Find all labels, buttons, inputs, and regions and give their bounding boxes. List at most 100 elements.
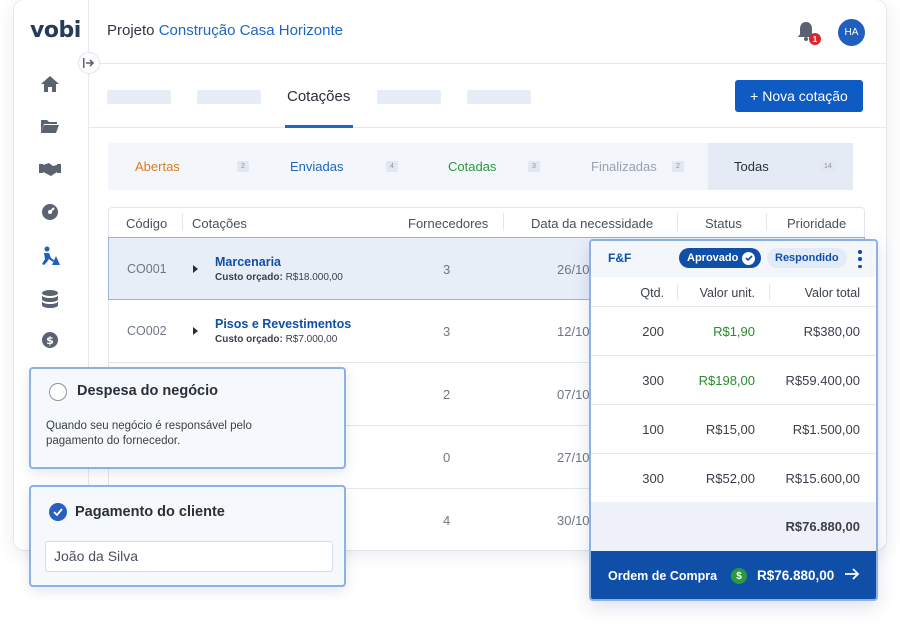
tab-placeholder[interactable] bbox=[197, 90, 261, 104]
row-suppliers: 4 bbox=[443, 513, 451, 528]
row-budget: Custo orçado: R$7.000,00 bbox=[215, 334, 337, 345]
col-qty: Qtd. bbox=[640, 286, 664, 300]
dashboard-gauge-icon[interactable] bbox=[38, 200, 62, 224]
approved-badge: Aprovado bbox=[679, 248, 762, 268]
sidebar-collapse-button[interactable] bbox=[78, 52, 100, 74]
new-quote-button[interactable]: + Nova cotação bbox=[735, 80, 863, 112]
item-qty: 200 bbox=[642, 324, 664, 339]
row-name[interactable]: Marcenaria bbox=[215, 255, 281, 269]
purchase-order-button[interactable]: Ordem de Compra $ R$76.880,00 bbox=[591, 551, 876, 599]
expense-description: Quando seu negócio é responsável pelo pa… bbox=[46, 420, 252, 447]
col-divider bbox=[677, 284, 678, 300]
filter-label: Abertas bbox=[135, 159, 180, 174]
filter-abertas[interactable]: Abertas 2 bbox=[108, 143, 258, 190]
filter-enviadas[interactable]: Enviadas 4 bbox=[258, 143, 408, 190]
filter-cotadas[interactable]: Cotadas 3 bbox=[408, 143, 558, 190]
client-payment-card[interactable]: Pagamento do cliente João da Silva bbox=[29, 485, 346, 587]
col-fornecedores[interactable]: Fornecedores bbox=[408, 216, 488, 231]
budget-label: Custo orçado: bbox=[215, 334, 283, 345]
tab-cotacoes[interactable]: Cotações bbox=[287, 88, 350, 105]
logo: vobi bbox=[30, 18, 81, 43]
project-name[interactable]: Construção Casa Horizonte bbox=[159, 22, 343, 39]
status-filters: Abertas 2 Enviadas 4 Cotadas 3 Finalizad… bbox=[108, 143, 853, 190]
row-code: CO001 bbox=[127, 262, 167, 276]
row-date: 07/10 bbox=[557, 387, 590, 402]
check-circle-icon[interactable] bbox=[49, 503, 67, 521]
filter-count: 3 bbox=[528, 161, 540, 172]
table-header: Código Cotações Fornecedores Data da nec… bbox=[108, 207, 865, 237]
row-date: 12/10 bbox=[557, 324, 590, 339]
col-divider bbox=[503, 213, 504, 231]
folder-icon[interactable] bbox=[38, 114, 62, 138]
database-icon[interactable] bbox=[38, 287, 62, 311]
budget-label: Custo orçado: bbox=[215, 272, 283, 283]
row-suppliers: 3 bbox=[443, 324, 451, 339]
col-status[interactable]: Status bbox=[705, 216, 742, 231]
item-qty: 300 bbox=[642, 471, 664, 486]
item-unit-price: R$198,00 bbox=[698, 373, 755, 388]
col-divider bbox=[677, 213, 678, 231]
expense-radio[interactable] bbox=[49, 383, 67, 401]
filter-label: Todas bbox=[734, 159, 769, 174]
expense-option-card[interactable]: Despesa do negócio Quando seu negócio é … bbox=[29, 367, 346, 469]
col-codigo[interactable]: Código bbox=[126, 216, 167, 231]
filter-count: 2 bbox=[672, 161, 684, 172]
row-date: 30/10 bbox=[557, 513, 590, 528]
col-divider bbox=[182, 213, 183, 231]
supplier-quote-panel: F&F Aprovado Respondido Qtd. Valor unit.… bbox=[589, 239, 878, 601]
expand-caret-icon[interactable] bbox=[193, 327, 198, 335]
col-total: Valor total bbox=[804, 286, 860, 300]
arrow-right-icon bbox=[844, 567, 860, 584]
worker-icon[interactable] bbox=[38, 244, 62, 268]
col-unit: Valor unit. bbox=[699, 286, 755, 300]
panel-row: 300 R$52,00 R$15.600,00 bbox=[591, 454, 876, 503]
expense-title: Despesa do negócio bbox=[77, 383, 219, 399]
tabs-bar: Cotações + Nova cotação bbox=[89, 64, 886, 128]
row-suppliers: 3 bbox=[443, 262, 451, 277]
col-divider bbox=[766, 213, 767, 231]
tab-placeholder[interactable] bbox=[467, 90, 531, 104]
col-prioridade[interactable]: Prioridade bbox=[787, 216, 846, 231]
item-unit-price: R$1,90 bbox=[713, 324, 755, 339]
money-icon[interactable]: $ bbox=[38, 328, 62, 352]
row-suppliers: 2 bbox=[443, 387, 451, 402]
item-unit-price: R$52,00 bbox=[705, 471, 755, 486]
item-total: R$1.500,00 bbox=[792, 422, 860, 437]
item-total: R$380,00 bbox=[803, 324, 860, 339]
row-budget: Custo orçado: R$18.000,00 bbox=[215, 272, 343, 283]
expand-caret-icon[interactable] bbox=[193, 265, 198, 273]
supplier-name: F&F bbox=[608, 251, 632, 265]
project-title: Projeto Construção Casa Horizonte bbox=[107, 22, 343, 39]
item-qty: 100 bbox=[642, 422, 664, 437]
budget-value: R$7.000,00 bbox=[285, 334, 338, 345]
client-payment-title: Pagamento do cliente bbox=[75, 504, 225, 520]
panel-row: 200 R$1,90 R$380,00 bbox=[591, 307, 876, 356]
handshake-icon[interactable] bbox=[38, 157, 62, 181]
avatar[interactable]: HA bbox=[838, 19, 865, 46]
home-icon[interactable] bbox=[38, 72, 62, 96]
filter-label: Enviadas bbox=[290, 159, 344, 174]
row-name[interactable]: Pisos e Revestimentos bbox=[215, 317, 351, 331]
filter-finalizadas[interactable]: Finalizadas 2 bbox=[558, 143, 708, 190]
tab-placeholder[interactable] bbox=[107, 90, 171, 104]
row-suppliers: 0 bbox=[443, 450, 451, 465]
purchase-order-amount: R$76.880,00 bbox=[757, 568, 835, 583]
client-name-input[interactable]: João da Silva bbox=[45, 541, 333, 572]
col-divider bbox=[769, 284, 770, 300]
header: Projeto Construção Casa Horizonte 1 HA bbox=[89, 0, 886, 64]
notification-badge: 1 bbox=[809, 33, 821, 45]
item-total: R$15.600,00 bbox=[785, 471, 860, 486]
panel-row: 100 R$15,00 R$1.500,00 bbox=[591, 405, 876, 454]
check-icon bbox=[742, 251, 756, 265]
more-options-icon[interactable] bbox=[857, 250, 863, 268]
tab-active-indicator bbox=[285, 125, 353, 128]
row-code: CO002 bbox=[127, 324, 167, 338]
tab-placeholder[interactable] bbox=[377, 90, 441, 104]
item-unit-price: R$15,00 bbox=[705, 422, 755, 437]
panel-row: 300 R$198,00 R$59.400,00 bbox=[591, 356, 876, 405]
filter-todas[interactable]: Todas 14 bbox=[708, 143, 853, 190]
project-label: Projeto bbox=[107, 22, 155, 39]
col-cotacoes[interactable]: Cotações bbox=[192, 216, 247, 231]
row-date: 26/10 bbox=[557, 262, 590, 277]
col-data[interactable]: Data da necessidade bbox=[531, 216, 653, 231]
